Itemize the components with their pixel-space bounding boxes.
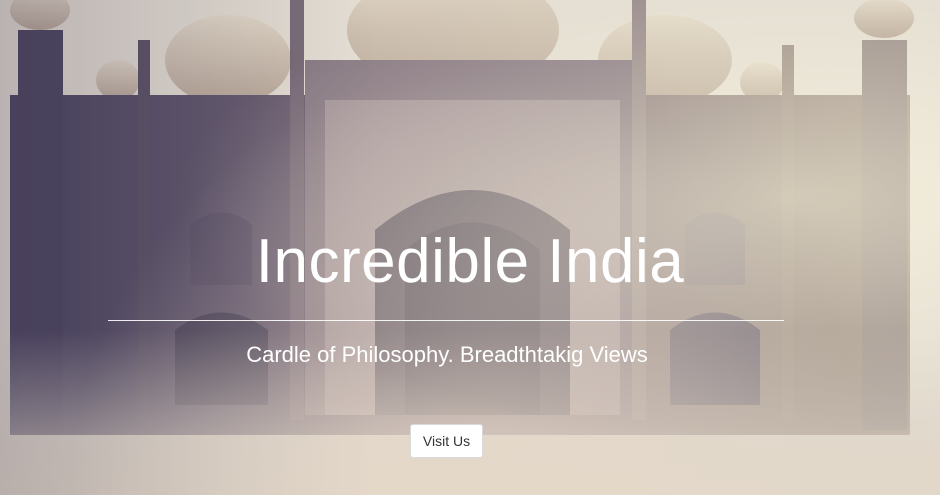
hero-subtitle: Cardle of Philosophy. Breadthtakig Views bbox=[246, 342, 648, 367]
hero-title: Incredible India bbox=[255, 227, 685, 296]
hero-section: Incredible India Cardle of Philosophy. B… bbox=[0, 0, 940, 495]
visit-us-button[interactable]: Visit Us bbox=[410, 424, 483, 458]
hero-divider bbox=[108, 320, 784, 321]
